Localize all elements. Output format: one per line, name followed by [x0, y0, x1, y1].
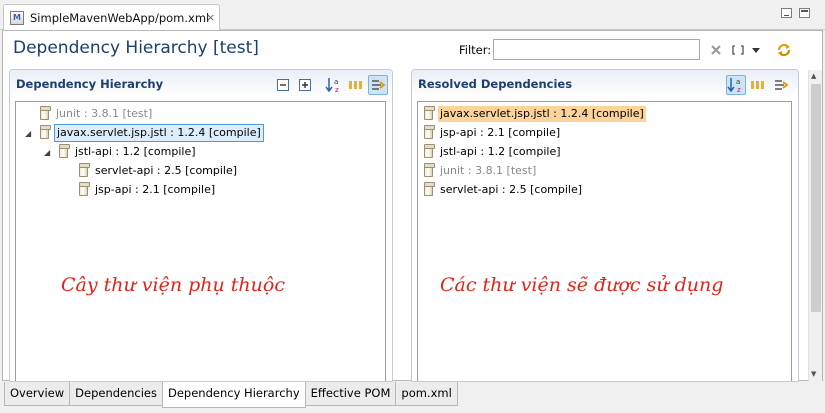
- list-item-label: javax.servlet.jsp.jstl : 1.2.4 [compile]: [438, 106, 646, 122]
- jar-icon: [59, 144, 70, 158]
- section-header: Resolved Dependencies az: [412, 70, 798, 97]
- svg-text:z: z: [335, 86, 339, 94]
- tree-node-label: servlet-api : 2.5 [compile]: [95, 164, 238, 177]
- minimize-icon[interactable]: [781, 8, 792, 18]
- tree-node-jstl[interactable]: javax.servlet.jsp.jstl : 1.2.4 [compile]: [36, 124, 264, 142]
- jar-icon: [79, 163, 90, 177]
- jar-icon: [40, 125, 51, 139]
- page-tab-effective-pom[interactable]: Effective POM: [304, 382, 397, 406]
- link-with-selection-icon[interactable]: [368, 75, 388, 95]
- expanded-arrow-icon[interactable]: ◢: [25, 129, 31, 138]
- tree-node-servlet-api[interactable]: servlet-api : 2.5 [compile]: [79, 162, 239, 180]
- page-tab-pom-xml[interactable]: pom.xml: [395, 382, 458, 406]
- filter-options-icon[interactable]: [729, 41, 747, 59]
- maven-file-icon: M: [10, 11, 24, 25]
- show-group-id-icon[interactable]: [748, 75, 768, 95]
- editor-tab-pom[interactable]: M SimpleMavenWebApp/pom.xml ×: [3, 4, 220, 30]
- filter-input[interactable]: [493, 39, 700, 60]
- section-header: Dependency Hierarchy az: [10, 70, 392, 97]
- scroll-down-arrow-icon[interactable]: ▼: [811, 370, 816, 378]
- tree-node-label: jstl-api : 1.2 [compile]: [75, 145, 196, 158]
- filter-label: Filter:: [459, 43, 492, 57]
- editor-tab-bar: M SimpleMavenWebApp/pom.xml ×: [0, 0, 825, 30]
- close-tab-icon[interactable]: ×: [206, 11, 215, 24]
- pom-editor-page-tabs: Overview Dependencies Dependency Hierarc…: [4, 382, 458, 408]
- resolved-dependencies-section: Resolved Dependencies az javax.servlet.j…: [411, 69, 799, 382]
- clear-filter-icon[interactable]: [707, 41, 725, 59]
- list-item-label: jstl-api : 1.2 [compile]: [440, 145, 561, 158]
- maximize-icon[interactable]: [799, 8, 810, 18]
- dependency-hierarchy-page: Dependency Hierarchy [test] Filter: Depe…: [2, 30, 823, 382]
- svg-text:a: a: [334, 78, 338, 86]
- resolved-dependencies-list[interactable]: javax.servlet.jsp.jstl : 1.2.4 [compile]…: [417, 101, 792, 381]
- page-tab-dependencies[interactable]: Dependencies: [69, 382, 163, 406]
- svg-text:a: a: [736, 78, 740, 86]
- jar-icon: [79, 182, 90, 196]
- tree-node-label: jsp-api : 2.1 [compile]: [95, 183, 216, 196]
- list-item-jstl[interactable]: javax.servlet.jsp.jstl : 1.2.4 [compile]: [424, 105, 646, 123]
- tree-node-label: junit : 3.8.1 [test]: [56, 107, 153, 120]
- sort-icon[interactable]: az: [324, 75, 344, 95]
- editor-tab-title: SimpleMavenWebApp/pom.xml: [30, 11, 210, 25]
- page-title: Dependency Hierarchy [test]: [13, 38, 259, 58]
- list-item-label: junit : 3.8.1 [test]: [440, 164, 537, 177]
- dependency-tree[interactable]: junit : 3.8.1 [test] ◢ javax.servlet.jsp…: [15, 101, 386, 381]
- list-item-label: jsp-api : 2.1 [compile]: [440, 126, 561, 139]
- scrollbar-thumb[interactable]: [811, 84, 821, 312]
- list-item-jstl-api[interactable]: jstl-api : 1.2 [compile]: [424, 143, 563, 161]
- jar-icon: [424, 182, 435, 196]
- jar-icon: [424, 125, 435, 139]
- jar-icon: [424, 163, 435, 177]
- jar-icon: [424, 144, 435, 158]
- jar-icon: [40, 106, 51, 120]
- vertical-scrollbar[interactable]: ▲ ▼: [808, 70, 822, 382]
- refresh-icon[interactable]: [773, 39, 795, 61]
- list-item-junit[interactable]: junit : 3.8.1 [test]: [424, 162, 538, 180]
- link-with-selection-icon[interactable]: [771, 75, 791, 95]
- list-item-jsp-api[interactable]: jsp-api : 2.1 [compile]: [424, 124, 562, 142]
- dependency-hierarchy-section: Dependency Hierarchy az junit: 3.8.1 [t…: [9, 69, 393, 382]
- collapse-all-icon[interactable]: [273, 75, 293, 95]
- tree-node-junit[interactable]: junit : 3.8.1 [test]: [40, 105, 154, 123]
- section-title: Resolved Dependencies: [418, 77, 573, 91]
- scroll-up-arrow-icon[interactable]: ▲: [811, 72, 816, 80]
- list-item-servlet-api[interactable]: servlet-api : 2.5 [compile]: [424, 181, 584, 199]
- expanded-arrow-icon[interactable]: ◢: [44, 148, 50, 157]
- page-tab-overview[interactable]: Overview: [4, 382, 71, 406]
- page-tab-dependency-hierarchy[interactable]: Dependency Hierarchy: [162, 382, 306, 408]
- list-item-label: servlet-api : 2.5 [compile]: [440, 183, 583, 196]
- hierarchy-annotation: Cây thư viện phụ thuộc: [61, 274, 285, 296]
- dropdown-menu-icon[interactable]: [747, 41, 765, 59]
- jar-icon: [424, 106, 435, 120]
- section-title: Dependency Hierarchy: [16, 77, 164, 91]
- pom-editor-window: M SimpleMavenWebApp/pom.xml × Dependency…: [0, 0, 825, 413]
- tree-node-label: javax.servlet.jsp.jstl : 1.2.4 [compile]: [54, 124, 264, 142]
- sort-icon[interactable]: az: [726, 75, 746, 95]
- tree-node-jsp-api[interactable]: jsp-api : 2.1 [compile]: [79, 181, 217, 199]
- expand-all-icon[interactable]: [295, 75, 315, 95]
- show-group-id-icon[interactable]: [346, 75, 366, 95]
- svg-text:z: z: [737, 86, 741, 94]
- tree-node-jstl-api[interactable]: jstl-api : 1.2 [compile]: [59, 143, 198, 161]
- resolved-annotation: Các thư viện sẽ được sử dụng: [440, 274, 724, 296]
